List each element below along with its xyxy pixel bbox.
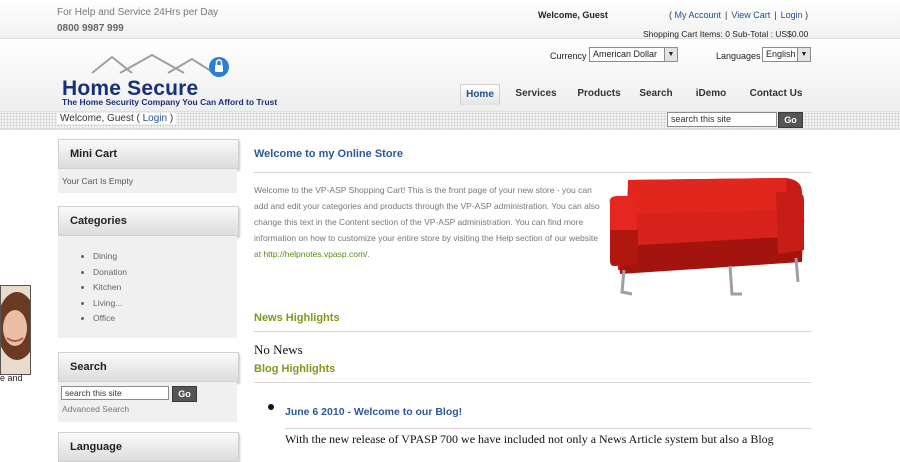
header-search-go-button[interactable]: Go [778, 112, 803, 128]
intro-text: Welcome to the VP-ASP Shopping Cart! Thi… [254, 185, 600, 259]
mini-cart-empty-text: Your Cart Is Empty [62, 176, 134, 186]
login-link[interactable]: Login [781, 10, 803, 20]
helpnotes-link[interactable]: http://helpnotes.vpasp.com/ [263, 249, 367, 259]
view-cart-link[interactable]: View Cart [731, 10, 770, 20]
sidebar-search-input[interactable]: search this site [61, 386, 169, 400]
house-roofs-icon [91, 53, 215, 74]
blog-post-excerpt: With the new release of VPASP 700 we hav… [285, 432, 774, 446]
nav-home[interactable]: Home [460, 84, 500, 105]
nav-idemo[interactable]: iDemo [690, 84, 732, 104]
nav-services[interactable]: Services [510, 84, 562, 104]
news-divider [254, 331, 812, 332]
currency-select[interactable]: American Dollar ▼ [589, 47, 678, 62]
phone-number: 0800 9987 999 [57, 23, 124, 34]
currency-label: Currency [550, 51, 587, 61]
blog-post-title-link[interactable]: June 6 2010 - Welcome to our Blog! [285, 406, 462, 418]
nav-products[interactable]: Products [572, 84, 626, 104]
chevron-down-icon: ▼ [797, 48, 810, 61]
news-highlights-heading: News Highlights [254, 312, 340, 324]
chevron-down-icon: ▼ [664, 48, 677, 61]
sidebar-search-go-button[interactable]: Go [172, 386, 197, 402]
subbar-login-link[interactable]: Login [143, 113, 167, 124]
page-title: Welcome to my Online Store [254, 148, 403, 160]
red-sofa-image [609, 178, 805, 296]
category-office[interactable]: Office [93, 311, 127, 327]
no-news-text: No News [254, 342, 303, 357]
photo-caption-fragment: e and [0, 373, 23, 383]
site-logo[interactable]: Home Secure The Home Security Company Yo… [62, 51, 332, 111]
account-links: ( My Account | View Cart | Login ) [669, 10, 809, 20]
help-text: For Help and Service 24Hrs per Day [57, 7, 219, 18]
blog-highlights-heading: Blog Highlights [254, 363, 336, 375]
mini-cart-header: Mini Cart [58, 139, 239, 169]
logo-tagline: The Home Security Company You Can Afford… [62, 97, 278, 107]
language-select[interactable]: English ▼ [762, 47, 811, 62]
search-header: Search [58, 352, 239, 382]
advanced-search-link[interactable]: Advanced Search [62, 404, 129, 414]
cart-summary: Shopping Cart Items: 0 Sub-Total : US$0.… [643, 29, 809, 39]
blog-post-divider [285, 428, 812, 429]
category-dining[interactable]: Dining [93, 249, 127, 265]
my-account-link[interactable]: My Account [675, 10, 722, 20]
blog-divider [254, 382, 812, 383]
welcome-guest-label: Welcome, Guest [538, 10, 608, 20]
list-bullet [268, 404, 274, 410]
header-search-input[interactable]: search this site [667, 112, 777, 127]
categories-header: Categories [58, 206, 239, 236]
person-face-icon [1, 286, 30, 374]
person-photo [0, 285, 31, 375]
category-living[interactable]: Living... [93, 296, 127, 312]
category-list: Dining Donation Kitchen Living... Office [62, 249, 127, 327]
languages-label: Languages [716, 51, 761, 61]
nav-contact-us[interactable]: Contact Us [748, 84, 804, 104]
category-kitchen[interactable]: Kitchen [93, 280, 127, 296]
nav-search[interactable]: Search [636, 84, 676, 104]
lock-icon [209, 57, 229, 77]
language-header: Language [58, 432, 239, 462]
welcome-guest-subbar: Welcome, Guest ( Login ) [57, 113, 177, 124]
category-donation[interactable]: Donation [93, 265, 127, 281]
